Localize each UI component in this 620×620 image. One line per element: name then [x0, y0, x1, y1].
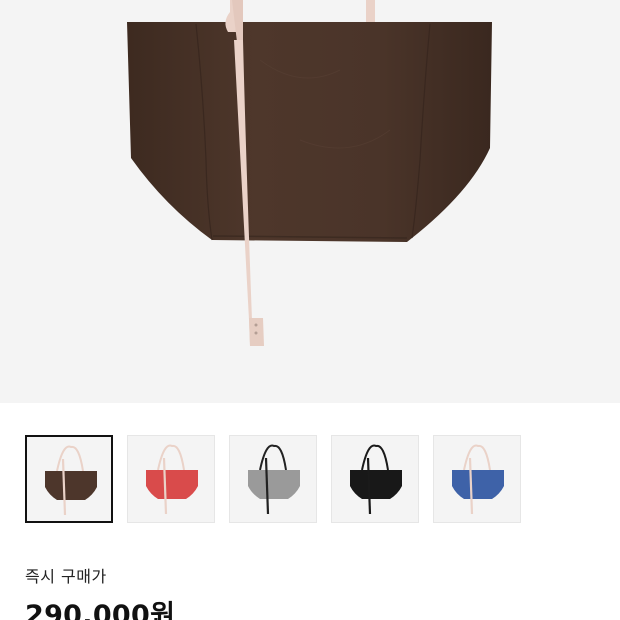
- bag-thumbnail-image: [146, 444, 198, 515]
- instant-buy-price: 290,000원: [25, 600, 176, 620]
- bag-thumbnail-image: [350, 444, 402, 515]
- color-thumbnail-blue[interactable]: [433, 435, 521, 523]
- bag-body: [127, 22, 492, 242]
- color-thumbnail-gray[interactable]: [229, 435, 317, 523]
- bag-thumbnail-image: [248, 444, 300, 515]
- bag-thumbnail-image: [452, 444, 504, 515]
- instant-buy-price-label: 즉시 구매가: [25, 567, 107, 586]
- color-thumbnail-brown[interactable]: [25, 435, 113, 523]
- product-page: 즉시 구매가 290,000원: [0, 0, 620, 620]
- product-main-image[interactable]: [0, 0, 620, 403]
- color-thumbnail-red[interactable]: [127, 435, 215, 523]
- strap-back: [366, 0, 375, 24]
- color-thumbnail-list: [25, 435, 620, 525]
- bag-thumbnail-image: [45, 445, 97, 516]
- color-thumbnail-black[interactable]: [331, 435, 419, 523]
